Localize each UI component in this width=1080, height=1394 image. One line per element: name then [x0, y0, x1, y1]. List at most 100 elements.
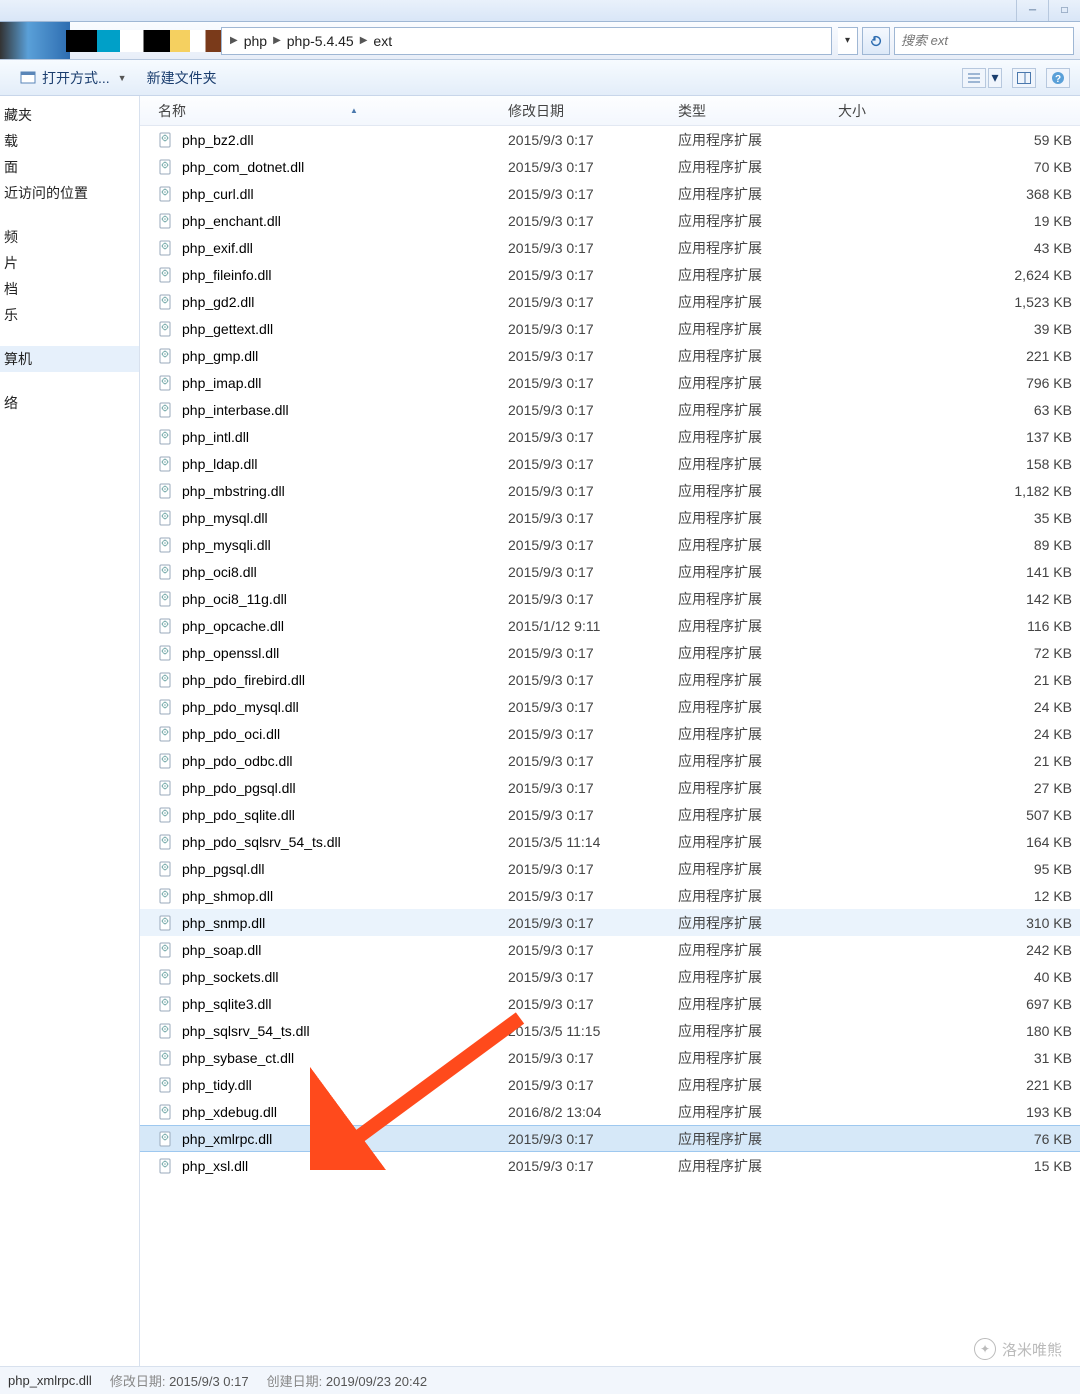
sidebar-item[interactable]: 近访问的位置 — [0, 180, 139, 206]
file-row[interactable]: php_mbstring.dll2015/9/3 0:17应用程序扩展1,182… — [140, 477, 1080, 504]
chevron-right-icon: ▶ — [271, 35, 283, 46]
file-row[interactable]: php_pdo_oci.dll2015/9/3 0:17应用程序扩展24 KB — [140, 720, 1080, 747]
file-row[interactable]: php_xdebug.dll2016/8/2 13:04应用程序扩展193 KB — [140, 1098, 1080, 1125]
col-date[interactable]: 修改日期 — [508, 101, 678, 121]
sidebar-item[interactable]: 档 — [0, 276, 139, 302]
col-name[interactable]: 名称▲ — [158, 101, 508, 121]
refresh-button[interactable] — [862, 27, 890, 55]
dll-file-icon — [158, 159, 174, 175]
file-row[interactable]: php_pdo_odbc.dll2015/9/3 0:17应用程序扩展21 KB — [140, 747, 1080, 774]
preview-pane-button[interactable] — [1012, 68, 1036, 88]
file-row[interactable]: php_shmop.dll2015/9/3 0:17应用程序扩展12 KB — [140, 882, 1080, 909]
file-row[interactable]: php_fileinfo.dll2015/9/3 0:17应用程序扩展2,624… — [140, 261, 1080, 288]
file-row[interactable]: php_curl.dll2015/9/3 0:17应用程序扩展368 KB — [140, 180, 1080, 207]
nav-back-forward[interactable] — [0, 22, 70, 59]
file-row[interactable]: php_ldap.dll2015/9/3 0:17应用程序扩展158 KB — [140, 450, 1080, 477]
file-row[interactable]: php_opcache.dll2015/1/12 9:11应用程序扩展116 K… — [140, 612, 1080, 639]
file-row[interactable]: php_gmp.dll2015/9/3 0:17应用程序扩展221 KB — [140, 342, 1080, 369]
open-with-icon — [20, 70, 36, 86]
file-row[interactable]: php_xmlrpc.dll2015/9/3 0:17应用程序扩展76 KB — [140, 1125, 1080, 1152]
file-row[interactable]: php_gettext.dll2015/9/3 0:17应用程序扩展39 KB — [140, 315, 1080, 342]
file-size: 21 KB — [838, 672, 1080, 688]
breadcrumb-dropdown[interactable]: ▾ — [838, 27, 858, 55]
file-row[interactable]: php_snmp.dll2015/9/3 0:17应用程序扩展310 KB — [140, 909, 1080, 936]
file-row[interactable]: php_tidy.dll2015/9/3 0:17应用程序扩展221 KB — [140, 1071, 1080, 1098]
breadcrumb-seg[interactable]: php-5.4.45 — [283, 33, 358, 49]
file-row[interactable]: php_interbase.dll2015/9/3 0:17应用程序扩展63 K… — [140, 396, 1080, 423]
dll-file-icon — [158, 483, 174, 499]
file-row[interactable]: php_pdo_mysql.dll2015/9/3 0:17应用程序扩展24 K… — [140, 693, 1080, 720]
file-row[interactable]: php_soap.dll2015/9/3 0:17应用程序扩展242 KB — [140, 936, 1080, 963]
dll-file-icon — [158, 834, 174, 850]
file-date: 2015/9/3 0:17 — [508, 1158, 678, 1174]
file-row[interactable]: php_pgsql.dll2015/9/3 0:17应用程序扩展95 KB — [140, 855, 1080, 882]
file-date: 2015/9/3 0:17 — [508, 969, 678, 985]
dll-file-icon — [158, 1050, 174, 1066]
file-date: 2016/8/2 13:04 — [508, 1104, 678, 1120]
file-size: 697 KB — [838, 996, 1080, 1012]
file-row[interactable]: php_oci8.dll2015/9/3 0:17应用程序扩展141 KB — [140, 558, 1080, 585]
file-type: 应用程序扩展 — [678, 562, 838, 582]
file-row[interactable]: php_pdo_sqlite.dll2015/9/3 0:17应用程序扩展507… — [140, 801, 1080, 828]
file-size: 89 KB — [838, 537, 1080, 553]
breadcrumb-seg[interactable]: php — [240, 33, 271, 49]
file-row[interactable]: php_pdo_pgsql.dll2015/9/3 0:17应用程序扩展27 K… — [140, 774, 1080, 801]
sidebar-item[interactable]: 藏夹 — [0, 102, 139, 128]
sidebar-item[interactable]: 络 — [0, 390, 139, 416]
sidebar-item[interactable]: 载 — [0, 128, 139, 154]
maximize-button[interactable] — [1048, 0, 1080, 21]
file-size: 43 KB — [838, 240, 1080, 256]
dll-file-icon — [158, 240, 174, 256]
file-date: 2015/9/3 0:17 — [508, 321, 678, 337]
col-type[interactable]: 类型 — [678, 101, 838, 121]
file-list: php_bz2.dll2015/9/3 0:17应用程序扩展59 KBphp_c… — [140, 126, 1080, 1366]
breadcrumb[interactable]: ▶ php ▶ php-5.4.45 ▶ ext — [221, 27, 832, 55]
file-row[interactable]: php_pdo_sqlsrv_54_ts.dll2015/3/5 11:14应用… — [140, 828, 1080, 855]
file-name: php_gmp.dll — [182, 348, 508, 364]
file-name: php_gettext.dll — [182, 321, 508, 337]
file-row[interactable]: php_sybase_ct.dll2015/9/3 0:17应用程序扩展31 K… — [140, 1044, 1080, 1071]
file-row[interactable]: php_mysqli.dll2015/9/3 0:17应用程序扩展89 KB — [140, 531, 1080, 558]
file-row[interactable]: php_pdo_firebird.dll2015/9/3 0:17应用程序扩展2… — [140, 666, 1080, 693]
file-row[interactable]: php_gd2.dll2015/9/3 0:17应用程序扩展1,523 KB — [140, 288, 1080, 315]
search-input[interactable] — [895, 33, 1073, 48]
breadcrumb-seg[interactable]: ext — [369, 33, 396, 49]
search-box[interactable] — [894, 27, 1074, 55]
file-row[interactable]: php_mysql.dll2015/9/3 0:17应用程序扩展35 KB — [140, 504, 1080, 531]
file-row[interactable]: php_openssl.dll2015/9/3 0:17应用程序扩展72 KB — [140, 639, 1080, 666]
dll-file-icon — [158, 429, 174, 445]
file-type: 应用程序扩展 — [678, 535, 838, 555]
file-type: 应用程序扩展 — [678, 1129, 838, 1149]
sidebar-item[interactable]: 面 — [0, 154, 139, 180]
dll-file-icon — [158, 267, 174, 283]
file-row[interactable]: php_sqlite3.dll2015/9/3 0:17应用程序扩展697 KB — [140, 990, 1080, 1017]
help-button[interactable]: ? — [1046, 68, 1070, 88]
view-mode-dropdown[interactable]: ▾ — [988, 68, 1002, 88]
file-size: 19 KB — [838, 213, 1080, 229]
col-size[interactable]: 大小 — [838, 101, 1080, 121]
file-type: 应用程序扩展 — [678, 616, 838, 636]
open-with-button[interactable]: 打开方式... ▼ — [10, 64, 137, 92]
view-mode-button[interactable] — [962, 68, 986, 88]
new-folder-button[interactable]: 新建文件夹 — [137, 64, 227, 92]
file-name: php_tidy.dll — [182, 1077, 508, 1093]
minimize-button[interactable] — [1016, 0, 1048, 21]
sidebar-item[interactable]: 频 — [0, 224, 139, 250]
file-row[interactable]: php_sockets.dll2015/9/3 0:17应用程序扩展40 KB — [140, 963, 1080, 990]
file-row[interactable]: php_enchant.dll2015/9/3 0:17应用程序扩展19 KB — [140, 207, 1080, 234]
file-row[interactable]: php_bz2.dll2015/9/3 0:17应用程序扩展59 KB — [140, 126, 1080, 153]
file-row[interactable]: php_intl.dll2015/9/3 0:17应用程序扩展137 KB — [140, 423, 1080, 450]
file-row[interactable]: php_com_dotnet.dll2015/9/3 0:17应用程序扩展70 … — [140, 153, 1080, 180]
file-date: 2015/9/3 0:17 — [508, 483, 678, 499]
sidebar-item[interactable]: 算机 — [0, 346, 139, 372]
sidebar-item[interactable]: 片 — [0, 250, 139, 276]
file-row[interactable]: php_oci8_11g.dll2015/9/3 0:17应用程序扩展142 K… — [140, 585, 1080, 612]
file-type: 应用程序扩展 — [678, 481, 838, 501]
file-date: 2015/9/3 0:17 — [508, 537, 678, 553]
file-row[interactable]: php_exif.dll2015/9/3 0:17应用程序扩展43 KB — [140, 234, 1080, 261]
file-row[interactable]: php_xsl.dll2015/9/3 0:17应用程序扩展15 KB — [140, 1152, 1080, 1179]
file-row[interactable]: php_imap.dll2015/9/3 0:17应用程序扩展796 KB — [140, 369, 1080, 396]
panel-icon — [1017, 72, 1031, 84]
sidebar-item[interactable]: 乐 — [0, 302, 139, 328]
file-row[interactable]: php_sqlsrv_54_ts.dll2015/3/5 11:15应用程序扩展… — [140, 1017, 1080, 1044]
